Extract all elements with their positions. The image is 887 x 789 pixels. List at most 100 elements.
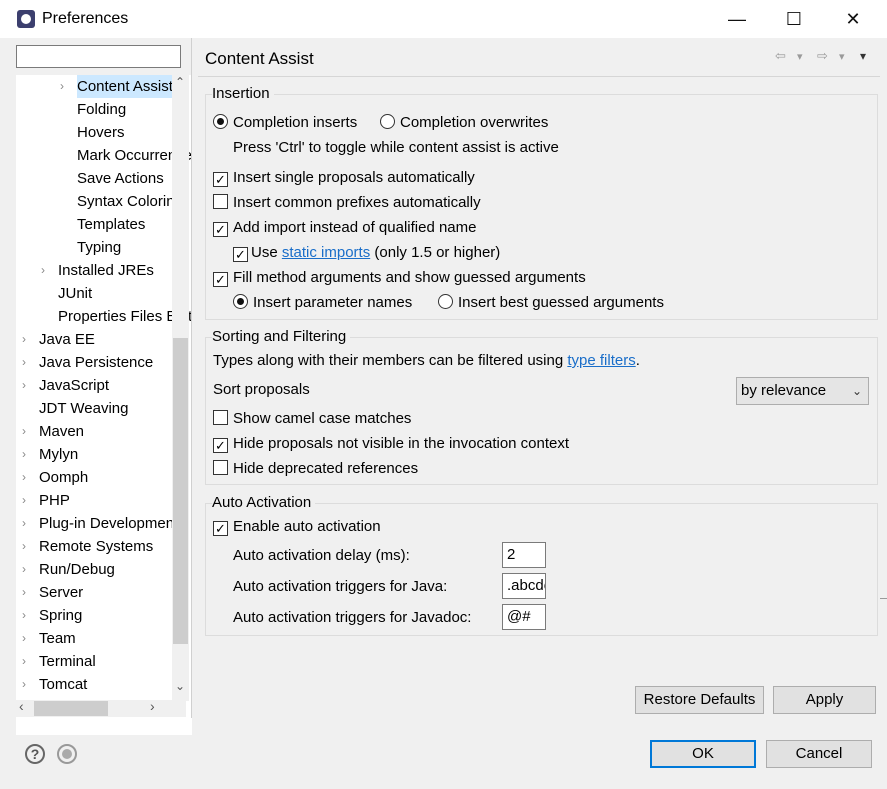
add-import-checkbox[interactable]: ✓ Add import instead of qualified name	[213, 217, 476, 239]
page-title: Content Assist	[205, 49, 314, 68]
chevron-right-icon[interactable]: ›	[41, 259, 45, 282]
static-imports-link[interactable]: static imports	[282, 244, 370, 261]
restore-defaults-button[interactable]: Restore Defaults	[635, 686, 764, 714]
checkbox-checked-icon[interactable]: ✓	[233, 247, 248, 262]
ctrl-toggle-hint: Press 'Ctrl' to toggle while content ass…	[233, 139, 559, 156]
chevron-right-icon[interactable]: ›	[22, 581, 26, 604]
insert-best-guessed-radio[interactable]: Insert best guessed arguments	[438, 292, 664, 314]
activation-delay-input[interactable]: 2	[502, 542, 546, 568]
scroll-left-icon[interactable]: ‹	[19, 698, 24, 714]
chevron-right-icon[interactable]: ›	[22, 627, 26, 650]
insert-parameter-names-radio[interactable]: Insert parameter names	[233, 292, 412, 314]
tree-item-label: Maven	[39, 423, 85, 440]
chevron-right-icon[interactable]: ›	[22, 466, 26, 489]
forward-arrow-icon[interactable]: ⇨	[817, 48, 828, 64]
chevron-right-icon[interactable]: ›	[22, 558, 26, 581]
hide-deprecated-checkbox[interactable]: Hide deprecated references	[213, 458, 418, 480]
type-filters-text: Types along with their members can be fi…	[213, 352, 640, 369]
tree-item-label: Folding	[77, 101, 127, 118]
checkbox-unchecked-icon[interactable]	[213, 460, 228, 475]
checkbox-checked-icon[interactable]: ✓	[213, 521, 228, 536]
tree-item-label: JavaScript	[39, 377, 110, 394]
back-arrow-icon[interactable]: ⇦	[775, 48, 786, 64]
activation-delay-label: Auto activation delay (ms):	[233, 547, 410, 564]
insert-single-checkbox[interactable]: ✓ Insert single proposals automatically	[213, 167, 475, 189]
tree-horizontal-scroll-thumb[interactable]	[34, 701, 108, 716]
show-camel-case-checkbox[interactable]: Show camel case matches	[213, 408, 411, 430]
enable-auto-activation-checkbox[interactable]: ✓ Enable auto activation	[213, 516, 381, 538]
scroll-down-icon[interactable]: ⌄	[175, 679, 185, 693]
tree-item-label: Spring	[39, 607, 83, 624]
hide-not-visible-checkbox[interactable]: ✓ Hide proposals not visible in the invoc…	[213, 433, 569, 455]
use-static-imports-checkbox[interactable]: ✓ Use static imports (only 1.5 or higher)	[233, 242, 500, 264]
tree-item-label: Templates	[77, 216, 146, 233]
tree-item-label: JUnit	[58, 285, 93, 302]
chevron-right-icon[interactable]: ›	[22, 374, 26, 397]
chevron-down-icon: ⌄	[851, 384, 862, 398]
chevron-right-icon[interactable]: ›	[22, 512, 26, 535]
completion-inserts-radio[interactable]: Completion inserts	[213, 112, 357, 134]
preference-page: Content Assist ⇦ ▾ ⇨ ▾ ▾ Insertion Compl…	[192, 38, 880, 718]
preferences-tree: › Content Assist Folding Hovers Mark Occurre…	[16, 75, 192, 735]
eclipse-app-icon	[17, 10, 35, 28]
checkbox-checked-icon[interactable]: ✓	[213, 272, 228, 287]
sorting-group-title: Sorting and Filtering	[212, 328, 351, 345]
scroll-up-icon[interactable]: ⌃	[175, 75, 185, 89]
chevron-right-icon[interactable]: ›	[22, 328, 26, 351]
record-icon[interactable]	[57, 744, 77, 764]
checkbox-unchecked-icon[interactable]	[213, 194, 228, 209]
tree-item-label: Content Assist	[77, 75, 175, 98]
ok-button[interactable]: OK	[650, 740, 756, 768]
type-filters-link[interactable]: type filters	[567, 352, 635, 369]
chevron-right-icon[interactable]: ›	[60, 75, 64, 98]
title-bar: Preferences — ☐ ✕	[0, 0, 887, 38]
forward-menu-icon[interactable]: ▾	[839, 50, 845, 63]
checkbox-unchecked-icon[interactable]	[213, 410, 228, 425]
tree-item-label: Mylyn	[39, 446, 79, 463]
sort-proposals-select[interactable]: by relevance ⌄	[736, 377, 869, 405]
radio-selected-icon[interactable]	[213, 114, 228, 129]
tree-item-label: Plug-in Development	[39, 515, 179, 532]
insertion-group-title: Insertion	[212, 85, 274, 102]
chevron-right-icon[interactable]: ›	[22, 535, 26, 558]
help-icon[interactable]: ?	[25, 744, 45, 764]
sort-proposals-label: Sort proposals	[213, 381, 310, 398]
tree-item-label: Tomcat	[39, 676, 88, 693]
checkbox-checked-icon[interactable]: ✓	[213, 222, 228, 237]
insert-common-checkbox[interactable]: Insert common prefixes automatically	[213, 192, 481, 214]
back-menu-icon[interactable]: ▾	[797, 50, 803, 63]
checkbox-checked-icon[interactable]: ✓	[213, 438, 228, 453]
fill-method-arguments-checkbox[interactable]: ✓ Fill method arguments and show guessed …	[213, 267, 586, 289]
scroll-right-icon[interactable]: ›	[150, 698, 155, 714]
completion-overwrites-radio[interactable]: Completion overwrites	[380, 112, 548, 134]
cancel-button[interactable]: Cancel	[766, 740, 872, 768]
tree-item-label: Java EE	[39, 331, 95, 348]
close-button[interactable]: ✕	[830, 6, 876, 32]
chevron-right-icon[interactable]: ›	[22, 351, 26, 374]
tree-vertical-scrollbar[interactable]: ⌃ ⌄	[172, 75, 189, 701]
javadoc-triggers-input[interactable]: @#	[502, 604, 546, 630]
radio-unselected-icon[interactable]	[380, 114, 395, 129]
checkbox-checked-icon[interactable]: ✓	[213, 172, 228, 187]
minimize-button[interactable]: —	[714, 6, 760, 32]
chevron-right-icon[interactable]: ›	[22, 489, 26, 512]
tree-item-label: Terminal	[39, 653, 96, 670]
apply-button[interactable]: Apply	[773, 686, 876, 714]
radio-selected-icon[interactable]	[233, 294, 248, 309]
window-title: Preferences	[42, 10, 129, 27]
java-triggers-input[interactable]: .abcdefghijklmnopqrstuvwxyz	[502, 573, 546, 599]
dialog-button-bar: ? OK Cancel	[0, 719, 887, 789]
chevron-right-icon[interactable]: ›	[22, 604, 26, 627]
tree-vertical-scroll-thumb[interactable]	[173, 338, 188, 644]
chevron-right-icon[interactable]: ›	[22, 673, 26, 696]
radio-unselected-icon[interactable]	[438, 294, 453, 309]
maximize-button[interactable]: ☐	[771, 6, 817, 32]
chevron-right-icon[interactable]: ›	[22, 650, 26, 673]
chevron-right-icon[interactable]: ›	[22, 420, 26, 443]
header-separator	[198, 76, 880, 77]
view-menu-icon[interactable]: ▾	[860, 49, 866, 63]
tree-item-label: Save Actions	[77, 170, 164, 187]
chevron-right-icon[interactable]: ›	[22, 443, 26, 466]
tree-horizontal-scrollbar[interactable]: ‹ ›	[16, 698, 186, 717]
filter-input[interactable]	[16, 45, 181, 68]
